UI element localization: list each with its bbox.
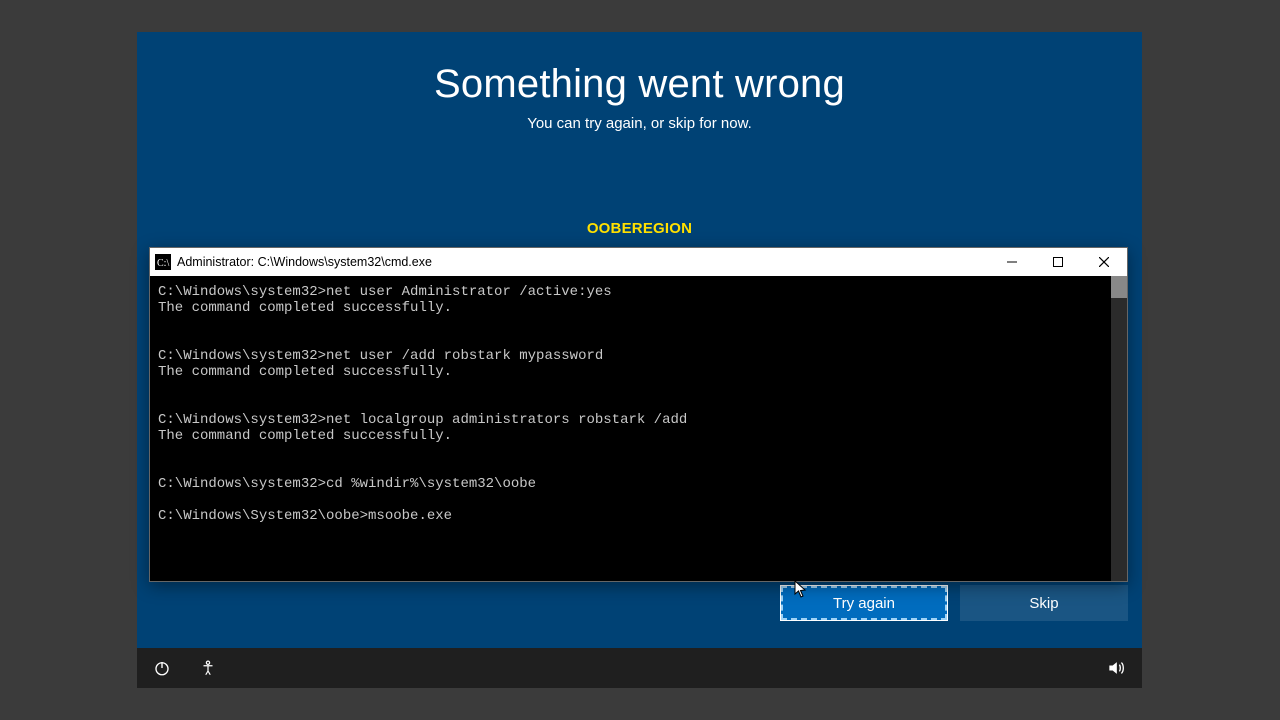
cmd-body[interactable]: C:\Windows\system32>net user Administrat… [150, 276, 1127, 581]
error-heading: Something went wrong [137, 62, 1142, 107]
cmd-icon: C:\ [155, 254, 171, 270]
oobe-taskbar [137, 648, 1142, 688]
ease-of-access-icon[interactable] [199, 659, 217, 677]
cmd-window[interactable]: C:\ Administrator: C:\Windows\system32\c… [149, 247, 1128, 582]
cmd-scrollbar-track[interactable] [1111, 276, 1127, 581]
close-button[interactable] [1081, 248, 1127, 276]
volume-icon[interactable] [1106, 658, 1126, 678]
cmd-title-text: Administrator: C:\Windows\system32\cmd.e… [177, 255, 432, 269]
minimize-button[interactable] [989, 248, 1035, 276]
cmd-output: C:\Windows\system32>net user Administrat… [158, 284, 1119, 524]
button-row: Try again Skip [780, 585, 1128, 621]
svg-text:C:\: C:\ [157, 258, 169, 269]
mouse-cursor [794, 580, 808, 598]
maximize-button[interactable] [1035, 248, 1081, 276]
cmd-scrollbar-thumb[interactable] [1111, 276, 1127, 298]
error-subhead: You can try again, or skip for now. [137, 115, 1142, 132]
cmd-titlebar[interactable]: C:\ Administrator: C:\Windows\system32\c… [150, 248, 1127, 276]
oobe-region-label: OOBEREGION [137, 220, 1142, 237]
skip-button[interactable]: Skip [960, 585, 1128, 621]
power-icon[interactable] [153, 659, 171, 677]
